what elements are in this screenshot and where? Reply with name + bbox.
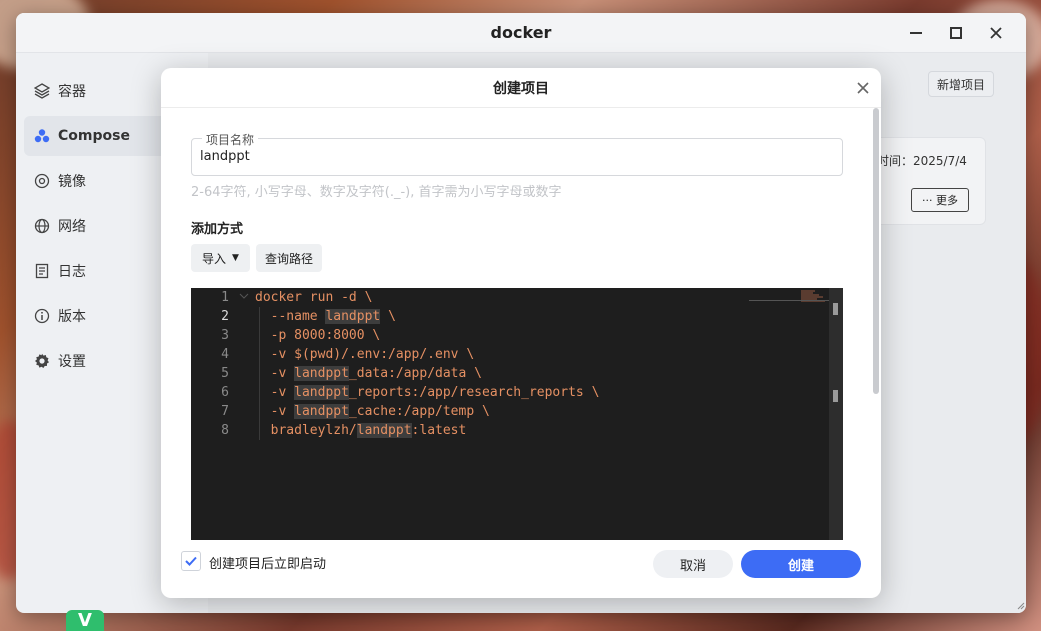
create-project-dialog: 创建项目 项目名称 2-64字符, 小写字母、数字及字符(._-), 首字需为小… [161,68,881,598]
code-line[interactable]: -v landppt_data:/app/data \ [255,364,482,383]
line-number: 3 [221,328,229,343]
line-number: 4 [221,347,229,362]
code-token: _cache:/app/temp \ [348,404,490,419]
dialog-scrollbar[interactable] [873,108,879,548]
line-number: 2 [221,309,229,324]
sidebar-item-label: 日志 [58,264,86,280]
import-label: 导入 [202,251,227,266]
maximize-button[interactable] [936,13,976,53]
minimize-button[interactable] [896,13,936,53]
sidebar-item-label: 设置 [58,354,86,370]
more-button[interactable]: ··· 更多 [911,188,969,212]
highlighted-token: landppt [356,423,412,438]
code-token: :latest [411,423,467,438]
compose-icon [34,128,50,144]
log-icon [34,263,50,279]
code-line[interactable]: -v landppt_cache:/app/temp \ [255,402,490,421]
cancel-button[interactable]: 取消 [653,550,733,578]
code-token: \ [380,309,396,324]
check-icon [185,556,197,566]
code-editor[interactable]: 1 2 3 4 5 6 7 8 docker run -d \ --name landppt … [191,288,843,540]
create-button[interactable]: 创建 [741,550,861,578]
highlighted-token: landppt [325,309,381,324]
code-line[interactable]: -v landppt_reports:/app/research_reports… [255,383,599,402]
line-number: 1 [221,290,229,305]
close-window-button[interactable] [976,13,1016,53]
scroll-marker [833,303,838,315]
scroll-marker [833,390,838,402]
line-number: 8 [221,423,229,438]
line-number: 7 [221,404,229,419]
close-icon[interactable] [855,80,871,96]
titlebar[interactable]: docker [16,13,1026,53]
code-token: _reports:/app/research_reports \ [348,385,600,400]
window-controls [896,13,1016,53]
editor-scrollbar[interactable] [829,288,843,540]
close-icon [990,27,1002,39]
code-token: -v [255,366,295,381]
code-line[interactable]: docker run -d \ [255,288,372,307]
minimize-icon [910,32,922,34]
highlighted-token: landppt [294,385,349,400]
card-created-time: 时间：2025/7/4 [877,154,967,168]
highlighted-token: landppt [294,404,349,419]
dialog-header: 创建项目 [161,68,881,108]
resize-grip-icon[interactable] [1015,600,1025,610]
sidebar-item-label: 容器 [58,84,86,100]
dialog-scroll-thumb[interactable] [873,108,879,394]
code-token: -v [255,385,295,400]
sidebar-item-label: 镜像 [58,174,86,190]
project-name-hint: 2-64字符, 小写字母、数字及字符(._-), 首字需为小写字母或数字 [191,185,562,200]
sidebar-item-label: Compose [58,128,130,144]
dialog-title: 创建项目 [493,80,549,97]
code-token: --name [255,309,326,324]
import-dropdown-button[interactable]: 导入 ▼ [191,244,250,272]
query-path-button[interactable]: 查询路径 [256,244,322,272]
window-title: docker [490,23,552,42]
code-token: _data:/app/data \ [348,366,482,381]
add-project-button[interactable]: 新增项目 [927,71,994,97]
dock-app-icon[interactable]: V [66,610,104,631]
code-line[interactable]: bradleylzh/landppt:latest [255,421,466,440]
code-area[interactable]: docker run -d \ --name landppt \ -p 8000… [255,288,827,540]
caret-down-icon: ▼ [232,253,239,263]
autostart-checkbox[interactable] [181,551,201,571]
info-icon [34,308,50,324]
layers-icon [34,83,50,99]
globe-icon [34,218,50,234]
maximize-icon [950,27,962,39]
sidebar-item-label: 网络 [58,219,86,235]
autostart-label: 创建项目后立即启动 [209,557,327,572]
code-token: bradleylzh/ [255,423,357,438]
fold-chevron-icon[interactable] [239,291,249,301]
sidebar-item-label: 版本 [58,309,86,325]
project-name-input[interactable] [200,149,800,164]
line-number: 6 [221,385,229,400]
project-name-field: 项目名称 [191,131,843,176]
project-name-legend: 项目名称 [202,131,259,148]
code-token: -v [255,404,295,419]
add-method-label: 添加方式 [191,222,244,237]
code-line[interactable]: -p 8000:8000 \ [255,326,381,345]
highlighted-token: landppt [294,366,349,381]
line-number-gutter: 1 2 3 4 5 6 7 8 [191,288,235,540]
line-number: 5 [221,366,229,381]
code-line[interactable]: -v $(pwd)/.env:/app/.env \ [255,345,475,364]
gear-icon [34,353,50,369]
code-line[interactable]: --name landppt \ [255,307,396,326]
minimap[interactable] [777,290,827,304]
disc-icon [34,173,50,189]
ruler-line [749,300,829,301]
